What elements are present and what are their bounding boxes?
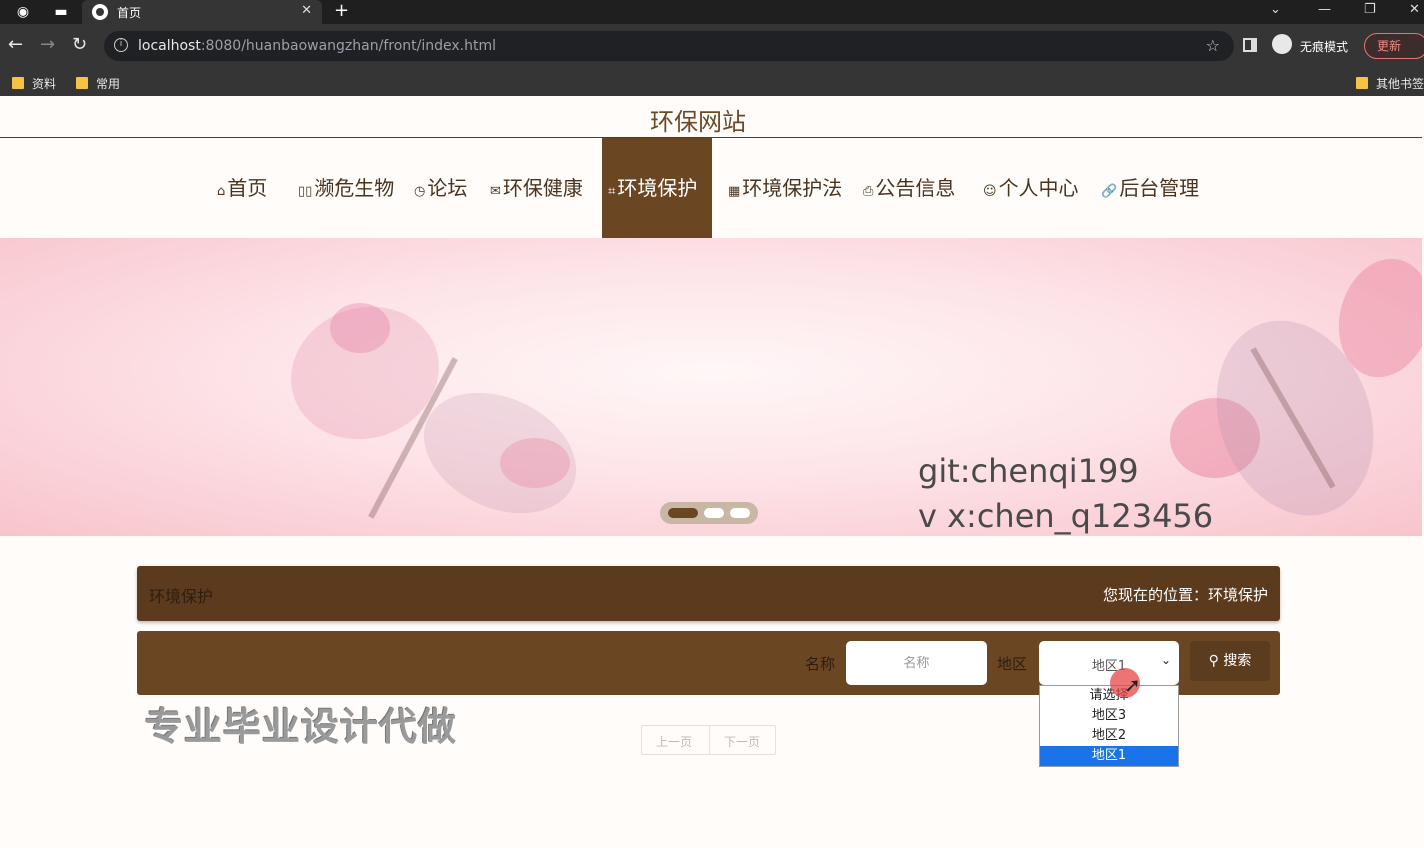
nav-item-home[interactable]: ⌂ 首页 — [217, 138, 267, 238]
link-icon: 🔗 — [1101, 184, 1118, 199]
globe-icon: ◉ — [16, 4, 30, 20]
nav-item-endangered[interactable]: ▯▯ 濒危生物 — [298, 138, 394, 238]
bookmark-folder[interactable]: 资料 — [12, 75, 56, 92]
info-icon[interactable]: i — [114, 38, 128, 52]
nav-item-health[interactable]: ✉ 环保健康 — [490, 138, 583, 238]
cursor-icon: ➚ — [1124, 673, 1141, 697]
region-label: 地区 — [997, 655, 1028, 673]
page: 环保网站 ⌂ 首页 ▯▯ 濒危生物 ◷ 论坛 ✉ 环保健康 ⌗ 环境保护 ▦ 环境保护法 ⎙… — [0, 96, 1424, 848]
minimize-button[interactable]: — — [1318, 2, 1331, 17]
mail-icon: ✉ — [490, 184, 501, 199]
tab-title: 首页 — [117, 6, 142, 20]
region-option[interactable]: 地区2 — [1040, 726, 1178, 746]
region-option[interactable]: 请选择 — [1040, 686, 1178, 706]
back-icon[interactable]: ← — [8, 35, 23, 55]
region-select-value: 地区1 — [1091, 659, 1127, 674]
incognito-label: 无痕模式 — [1300, 40, 1349, 54]
breadcrumb: 您现在的位置：环境保护 — [1102, 586, 1268, 604]
folder-icon — [12, 77, 24, 89]
section-title: 环境保护 — [149, 587, 214, 606]
banner-carousel[interactable]: git:chenqi199 v x:chen_q123456 — [0, 238, 1422, 536]
name-label: 名称 — [805, 655, 836, 673]
name-input[interactable] — [846, 641, 987, 685]
url-text[interactable]: localhost:8080/huanbaowangzhan/front/ind… — [138, 38, 496, 54]
region-select[interactable]: 地区1 ⌄ — [1039, 641, 1179, 685]
nav-item-admin[interactable]: 🔗 后台管理 — [1101, 138, 1199, 238]
reload-icon[interactable]: ↻ — [72, 35, 87, 55]
grid-icon: ▦ — [728, 184, 741, 199]
user-icon: ☺ — [983, 184, 997, 199]
folder-icon — [76, 77, 88, 89]
browser-tab-strip: ◉ ▬ 首页 ✕ + ⌄ — ❐ ✕ — [0, 0, 1424, 24]
nav-item-law[interactable]: ▦ 环境保护法 — [728, 138, 842, 238]
prev-page-button[interactable]: 上一页 — [656, 733, 692, 750]
other-bookmarks[interactable]: 其他书签 — [1356, 75, 1424, 92]
site-title: 环保网站 — [650, 108, 746, 136]
search-button[interactable]: ⚲ 搜索 — [1190, 641, 1270, 681]
bookmarks-bar: 资料 常用 其他书签 — [0, 68, 1424, 96]
home-icon: ⌂ — [217, 184, 226, 199]
watermark-text: 专业毕业设计代做 — [145, 705, 458, 749]
window-close-button[interactable]: ✕ — [1409, 2, 1420, 17]
carousel-dot[interactable] — [730, 508, 750, 518]
divider — [709, 726, 710, 754]
banner-text-line2: v x:chen_q123456 — [918, 497, 1214, 535]
tab-search-icon[interactable]: ▬ — [52, 3, 70, 21]
main-nav: ⌂ 首页 ▯▯ 濒危生物 ◷ 论坛 ✉ 环保健康 ⌗ 环境保护 ▦ 环境保护法 ⎙ 公告信息 … — [0, 138, 1424, 238]
address-toolbar: ← → ↻ i localhost:8080/huanbaowangzhan/f… — [0, 24, 1424, 68]
printer-icon: ⎙ — [863, 184, 874, 199]
browser-tab[interactable]: 首页 ✕ — [82, 0, 322, 24]
incognito-icon[interactable] — [1272, 34, 1292, 54]
search-icon: ⚲ — [1208, 653, 1224, 669]
carousel-dot[interactable] — [704, 508, 724, 518]
carousel-indicators — [660, 502, 758, 524]
clock-icon: ◷ — [414, 184, 426, 199]
update-button[interactable]: 更新 — [1364, 33, 1424, 59]
close-icon[interactable]: ✕ — [301, 3, 312, 18]
url-bar[interactable]: i localhost:8080/huanbaowangzhan/front/i… — [104, 31, 1234, 61]
nav-item-notice[interactable]: ⎙ 公告信息 — [863, 138, 955, 238]
next-page-button[interactable]: 下一页 — [724, 733, 760, 750]
star-icon[interactable]: ☆ — [1206, 36, 1220, 55]
globe-icon — [92, 4, 108, 20]
section-header: 环境保护 您现在的位置：环境保护 — [137, 566, 1280, 621]
columns-icon: ▯▯ — [298, 184, 313, 199]
nav-item-forum[interactable]: ◷ 论坛 — [414, 138, 467, 238]
forward-icon[interactable]: → — [40, 35, 55, 55]
region-dropdown: 请选择 地区3 地区2 地区1 — [1039, 685, 1179, 767]
chevron-down-icon: ⌄ — [1160, 653, 1171, 667]
pagination: 上一页 下一页 — [641, 725, 776, 755]
tag-icon: ⌗ — [608, 184, 616, 199]
nav-item-environment[interactable]: ⌗ 环境保护 — [602, 138, 712, 238]
region-option[interactable]: 地区3 — [1040, 706, 1178, 726]
restore-button[interactable]: ❐ — [1364, 2, 1376, 17]
side-panel-icon[interactable] — [1243, 38, 1257, 52]
bookmark-folder[interactable]: 常用 — [76, 75, 120, 92]
region-option-selected[interactable]: 地区1 — [1040, 746, 1178, 766]
banner-text-line1: git:chenqi199 — [918, 452, 1139, 490]
carousel-dot[interactable] — [668, 508, 698, 518]
folder-icon — [1356, 77, 1368, 89]
nav-item-profile[interactable]: ☺ 个人中心 — [983, 138, 1079, 238]
chevron-down-icon[interactable]: ⌄ — [1270, 2, 1281, 17]
new-tab-button[interactable]: + — [334, 0, 349, 22]
